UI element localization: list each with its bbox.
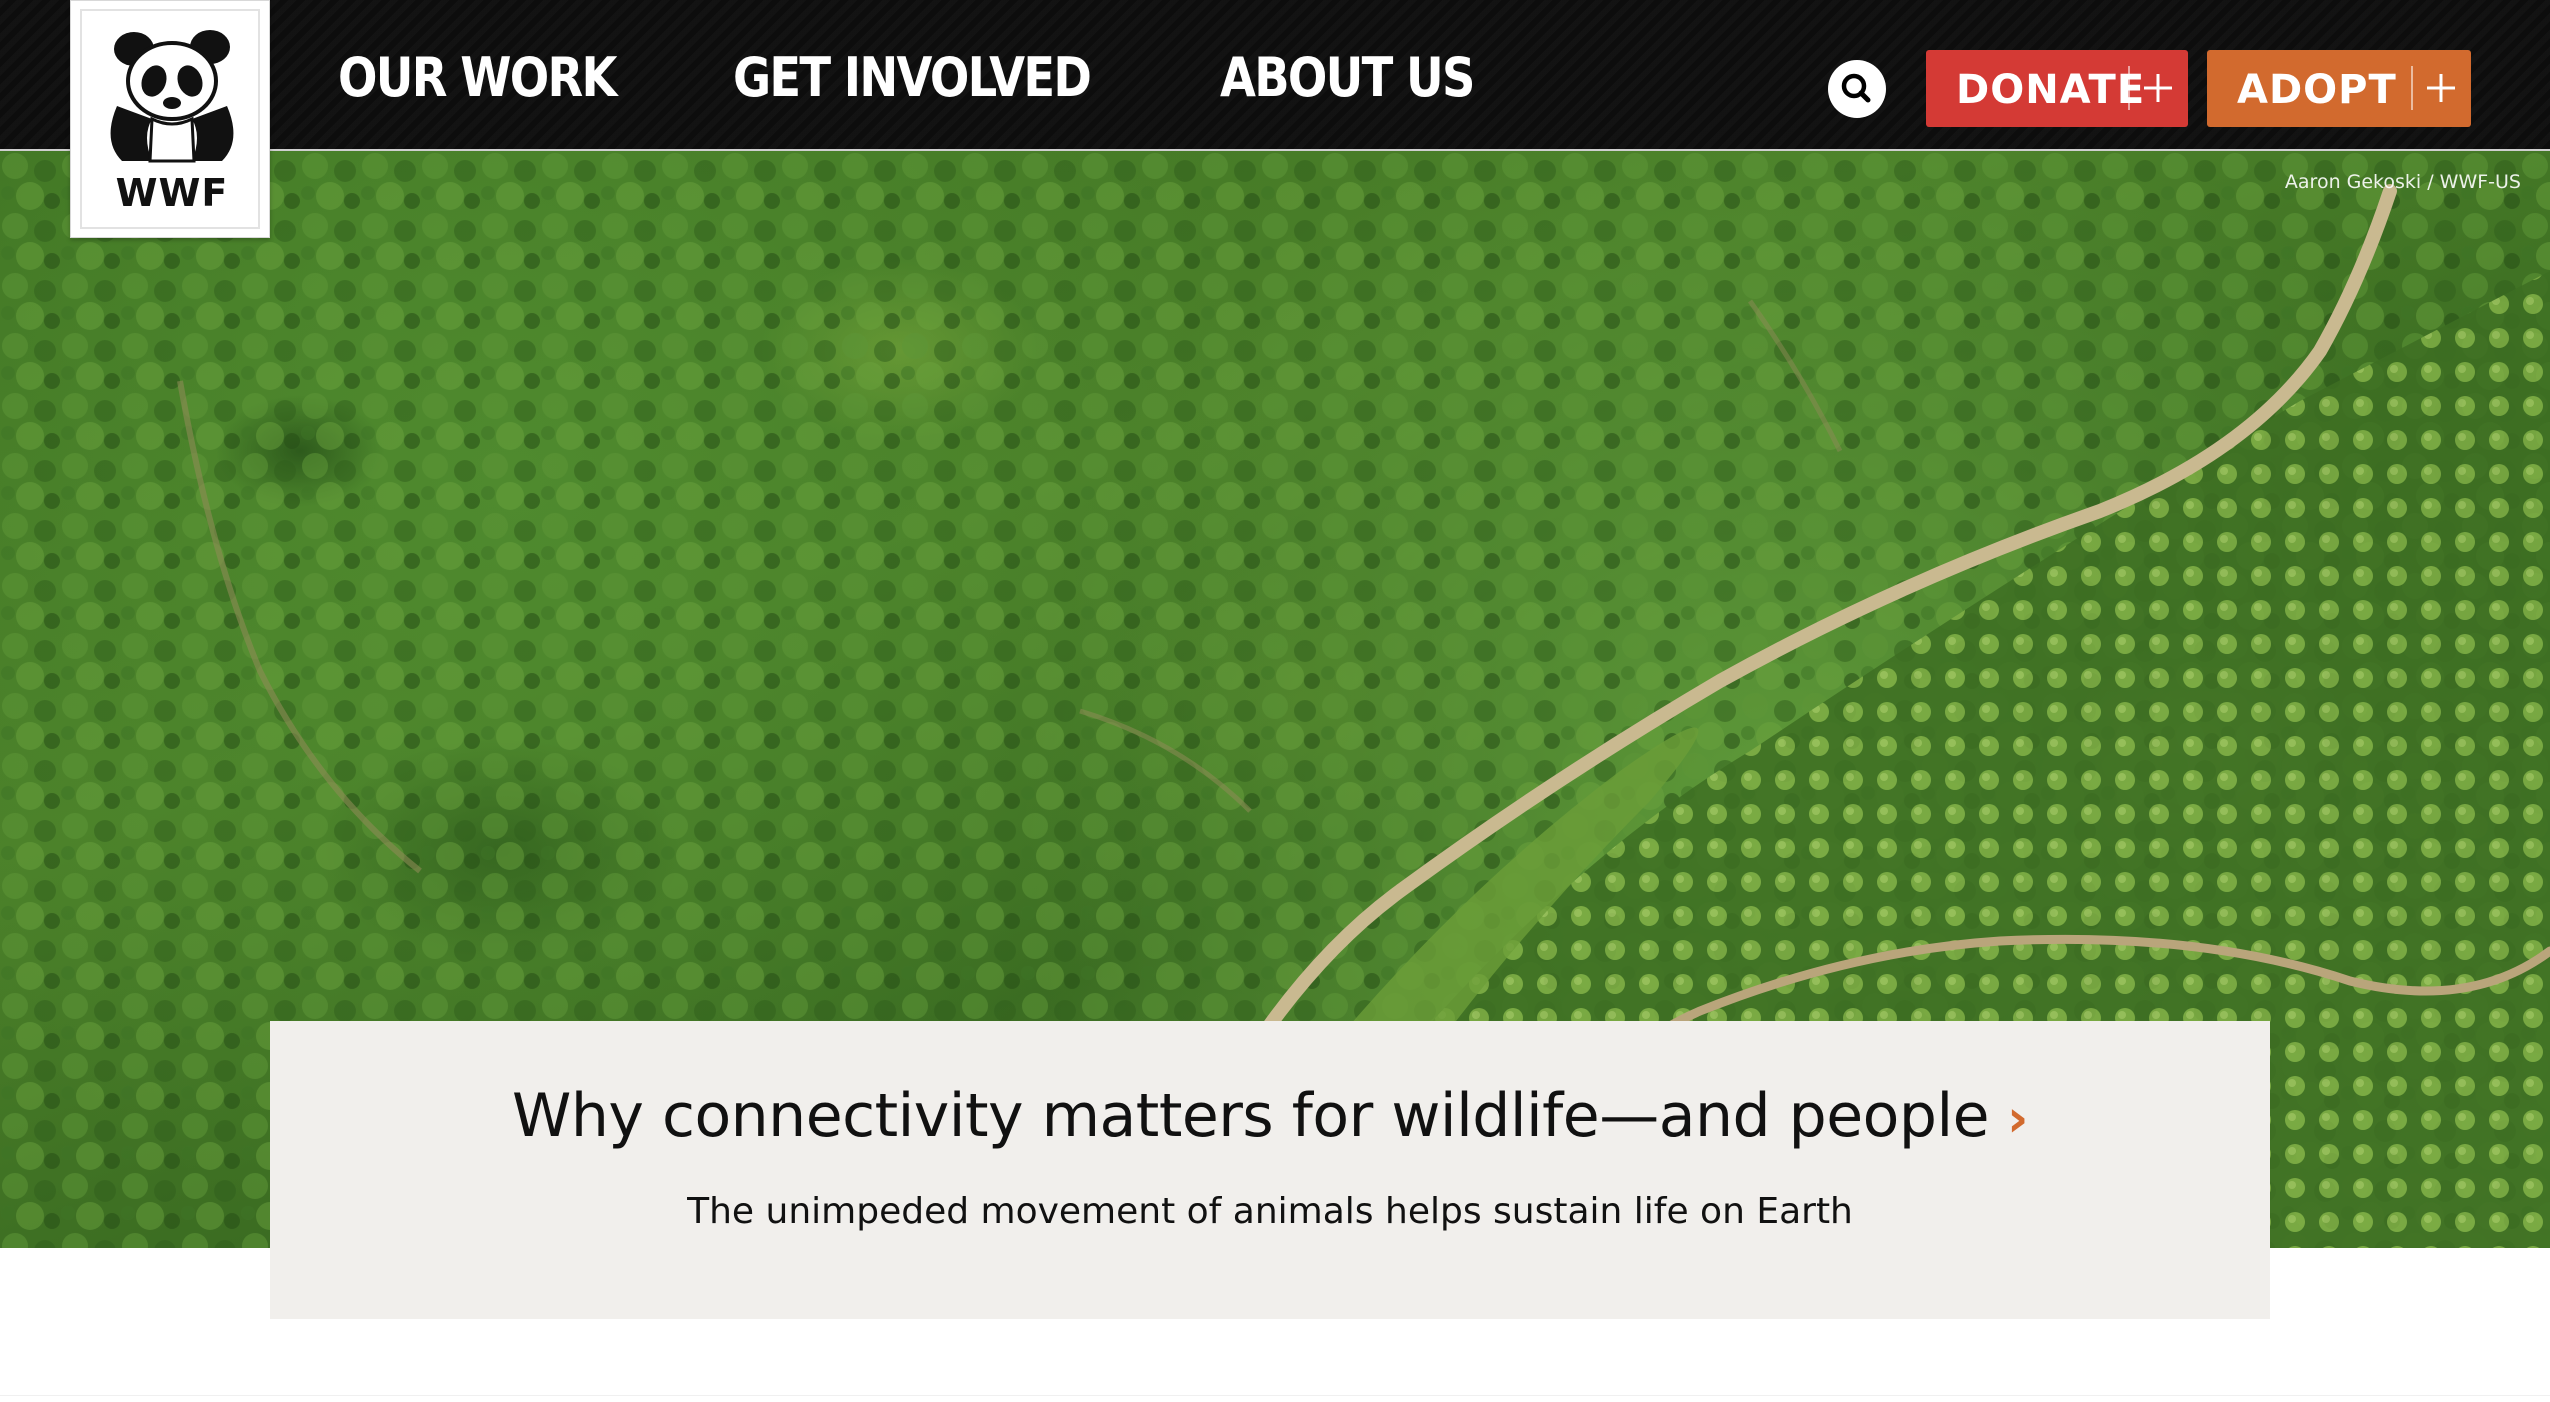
adopt-button[interactable]: ADOPT [2207,50,2471,127]
search-icon [1841,73,1871,103]
chevron-right-icon: › [2007,1089,2028,1149]
wwf-logo[interactable]: WWF [70,0,270,238]
panda-icon [110,30,234,163]
logo-frame: WWF [80,9,260,229]
donate-divider [2128,66,2130,110]
photo-credit: Aaron Gekoski / WWF-US [2284,171,2521,193]
search-button[interactable] [1828,60,1886,118]
donate-label: DONATE [1956,67,2146,113]
nav-get-involved[interactable]: GET INVOLVED [733,46,1092,109]
main-nav: OUR WORK GET INVOLVED ABOUT US [338,46,1515,109]
nav-about-us[interactable]: ABOUT US [1220,46,1476,109]
feature-subtitle: The unimpeded movement of animals helps … [687,1191,1853,1232]
donate-button[interactable]: DONATE [1926,50,2188,127]
nav-our-work[interactable]: OUR WORK [338,46,618,109]
adopt-label: ADOPT [2237,67,2397,113]
plus-icon [2427,74,2455,102]
adopt-divider [2411,66,2413,110]
divider [0,1395,2550,1396]
feature-title: Why connectivity matters for wildlife—an… [512,1081,1990,1151]
feature-title-link[interactable]: Why connectivity matters for wildlife—an… [270,1081,2270,1151]
plus-icon [2144,74,2172,102]
feature-card[interactable]: Why connectivity matters for wildlife—an… [270,1021,2270,1319]
logo-text: WWF [115,171,229,215]
